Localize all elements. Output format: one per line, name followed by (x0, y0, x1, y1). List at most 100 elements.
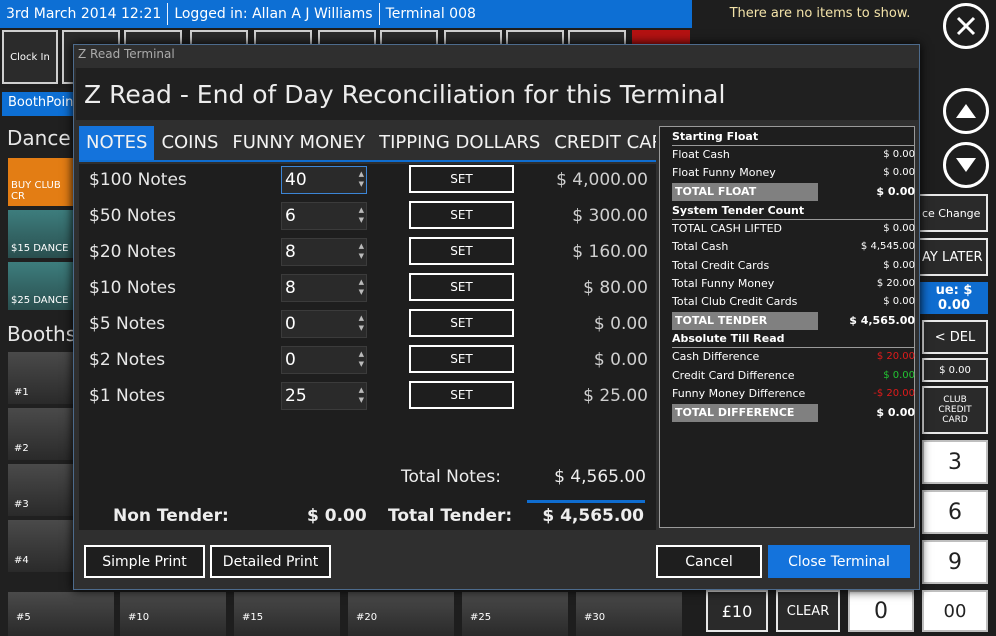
booth-5[interactable]: #5 (8, 592, 114, 636)
note-total-20: $ 160.00 (572, 242, 648, 262)
note-total-1: $ 25.00 (583, 386, 648, 406)
dance-25-button[interactable]: $25 DANCE (8, 262, 74, 310)
note-qty-2[interactable]: 0 ▲ ▼ (281, 346, 367, 374)
notes-panel: $100 Notes 40 ▲ ▼ SET $ 4,000.00 $50 Notes… (79, 164, 656, 530)
total-tender-row: TOTAL TENDER $ 4,565.00 (672, 312, 915, 330)
note-label-20: $20 Notes (89, 242, 176, 262)
tab-coins[interactable]: COINS (154, 126, 225, 160)
amount-due-display: ue: $ 0.00 (918, 282, 988, 314)
total-difference-row: TOTAL DIFFERENCE $ 0.00 (672, 404, 915, 422)
total-notes-value: $ 4,565.00 (554, 467, 646, 487)
booth-3[interactable]: #3 (8, 464, 74, 516)
tab-notes[interactable]: NOTES (79, 126, 155, 160)
reconciliation-summary: Starting Float Float Cash $ 0.00 Float Fu… (659, 126, 915, 528)
booth-30[interactable]: #30 (576, 592, 682, 636)
spinner-icon[interactable]: ▲ ▼ (359, 205, 364, 225)
total-tender-value: $ 4,565.00 (542, 506, 644, 526)
total-float-row: TOTAL FLOAT $ 0.00 (672, 183, 915, 201)
booth-10[interactable]: #10 (120, 592, 226, 636)
key-9[interactable]: 9 (922, 540, 988, 584)
spinner-icon[interactable]: ▲ ▼ (359, 169, 364, 189)
set-button-100[interactable]: SET (409, 165, 514, 193)
system-tender-header: System Tender Count (672, 202, 915, 220)
club-credit-card-button[interactable]: CLUB CREDIT CARD (922, 386, 988, 434)
note-total-100: $ 4,000.00 (556, 170, 648, 190)
simple-print-button[interactable]: Simple Print (84, 545, 205, 578)
note-label-1: $1 Notes (89, 386, 166, 406)
total-funny-row: Total Funny Money $ 20.00 (672, 277, 915, 290)
booth-4[interactable]: #4 (8, 520, 74, 572)
set-button-2[interactable]: SET (409, 345, 514, 373)
total-cash-row: Total Cash $ 4,545.00 (672, 240, 915, 253)
funny-money-difference-row: Funny Money Difference -$ 20.00 (672, 387, 915, 400)
booths-header: Booths (7, 322, 77, 346)
note-qty-20[interactable]: 8 ▲ ▼ (281, 238, 367, 266)
absolute-till-header: Absolute Till Read (672, 330, 915, 348)
clear-button[interactable]: CLEAR (776, 590, 840, 632)
note-qty-5[interactable]: 0 ▲ ▼ (281, 310, 367, 338)
total-credit-row: Total Credit Cards $ 0.00 (672, 259, 915, 272)
float-cash-row: Float Cash $ 0.00 (672, 148, 915, 161)
close-icon[interactable] (943, 3, 989, 49)
booth-point-tab[interactable]: BoothPoint (2, 92, 78, 116)
dance-15-button[interactable]: $15 DANCE (8, 210, 74, 258)
credit-card-difference-row: Credit Card Difference $ 0.00 (672, 369, 915, 382)
key-6[interactable]: 6 (922, 490, 988, 534)
logged-in-user: Logged in: Allan A J Williams (168, 3, 380, 25)
spinner-icon[interactable]: ▲ ▼ (359, 385, 364, 405)
note-qty-1[interactable]: 25 ▲ ▼ (281, 382, 367, 410)
note-total-2: $ 0.00 (593, 350, 648, 370)
key-0[interactable]: 0 (848, 590, 914, 632)
booth-2[interactable]: #2 (8, 408, 74, 460)
set-button-5[interactable]: SET (409, 309, 514, 337)
note-label-10: $10 Notes (89, 278, 176, 298)
booth-15[interactable]: #15 (234, 592, 340, 636)
note-qty-10[interactable]: 8 ▲ ▼ (281, 274, 367, 302)
note-label-100: $100 Notes (89, 170, 187, 190)
key-3[interactable]: 3 (922, 440, 988, 484)
close-terminal-button[interactable]: Close Terminal (768, 545, 910, 578)
note-total-10: $ 80.00 (583, 278, 648, 298)
note-qty-100[interactable]: 40 ▲ ▼ (281, 166, 367, 194)
dance-header: Dance (7, 126, 71, 150)
spinner-icon[interactable]: ▲ ▼ (359, 313, 364, 333)
booth-25[interactable]: #25 (462, 592, 568, 636)
pay-later-button[interactable]: AY LATER (918, 238, 988, 276)
tab-credit-cards[interactable]: CREDIT CARDS (547, 126, 656, 160)
buy-club-credit-button[interactable]: BUY CLUB CR (8, 158, 74, 206)
dialog-heading: Z Read - End of Day Reconciliation for t… (84, 80, 726, 109)
scroll-down-icon[interactable] (943, 142, 989, 188)
note-label-50: $50 Notes (89, 206, 176, 226)
spinner-icon[interactable]: ▲ ▼ (359, 277, 364, 297)
key-00[interactable]: 00 (922, 590, 988, 632)
spinner-icon[interactable]: ▲ ▼ (359, 349, 364, 369)
ten-pound-button[interactable]: £10 (706, 590, 768, 632)
cash-difference-row: Cash Difference $ 20.00 (672, 350, 915, 363)
detailed-print-button[interactable]: Detailed Print (210, 545, 331, 578)
price-change-button[interactable]: ce Change (918, 194, 988, 232)
status-bar: 3rd March 2014 12:21 Logged in: Allan A … (0, 0, 692, 28)
tab-tipping-dollars[interactable]: TIPPING DOLLARS (372, 126, 547, 160)
tender-tabs: NOTES COINS FUNNY MONEY TIPPING DOLLARS … (79, 126, 656, 162)
dialog-window-title: Z Read Terminal (78, 47, 175, 61)
tab-funny-money[interactable]: FUNNY MONEY (225, 126, 372, 160)
note-qty-50[interactable]: 6 ▲ ▼ (281, 202, 367, 230)
note-total-50: $ 300.00 (572, 206, 648, 226)
booth-20[interactable]: #20 (348, 592, 454, 636)
note-label-5: $5 Notes (89, 314, 166, 334)
delete-button[interactable]: < DEL (922, 320, 988, 354)
booth-1[interactable]: #1 (8, 352, 74, 404)
set-button-1[interactable]: SET (409, 381, 514, 409)
clock-in-button[interactable]: Clock In (2, 30, 58, 84)
set-button-10[interactable]: SET (409, 273, 514, 301)
scroll-up-icon[interactable] (943, 88, 989, 134)
spinner-icon[interactable]: ▲ ▼ (359, 241, 364, 261)
set-button-50[interactable]: SET (409, 201, 514, 229)
zero-amount-button[interactable]: $ 0.00 (922, 358, 988, 382)
starting-float-header: Starting Float (672, 128, 915, 146)
cancel-button[interactable]: Cancel (656, 545, 762, 578)
total-club-credit-row: Total Club Credit Cards $ 0.00 (672, 295, 915, 308)
set-button-20[interactable]: SET (409, 237, 514, 265)
total-tender-label: Total Tender: (388, 506, 513, 526)
non-tender-value: $ 0.00 (307, 506, 367, 526)
